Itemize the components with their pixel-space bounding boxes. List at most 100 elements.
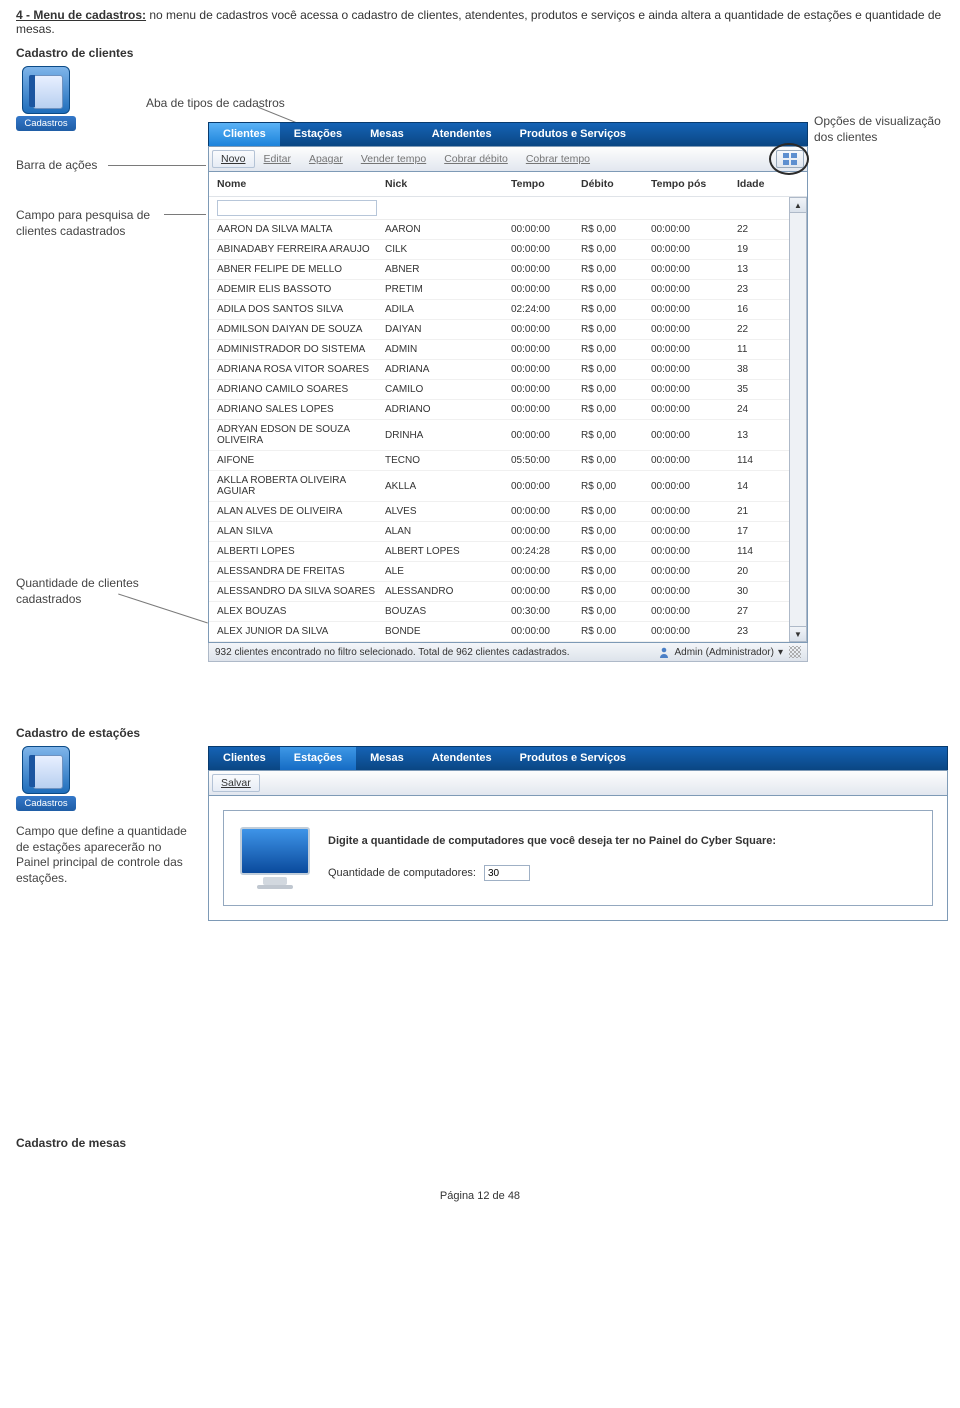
col-debito[interactable]: Débito bbox=[581, 178, 651, 190]
cell-tempo: 00:00:00 bbox=[511, 364, 581, 375]
cell-nome: ALAN ALVES DE OLIVEIRA bbox=[217, 506, 385, 517]
cell-idade: 13 bbox=[737, 264, 777, 275]
table-row[interactable]: ALBERTI LOPESALBERT LOPES00:24:28R$ 0,00… bbox=[209, 542, 789, 562]
col-idade[interactable]: Idade bbox=[737, 178, 777, 190]
tab-clientes[interactable]: Clientes bbox=[209, 747, 280, 770]
table-row[interactable]: ABINADABY FERREIRA ARAUJOCILK00:00:00R$ … bbox=[209, 240, 789, 260]
tab-atendentes[interactable]: Atendentes bbox=[418, 123, 506, 146]
table-row[interactable]: ABNER FELIPE DE MELLOABNER00:00:00R$ 0,0… bbox=[209, 260, 789, 280]
resize-grip-icon[interactable] bbox=[789, 646, 801, 658]
tab-atendentes[interactable]: Atendentes bbox=[418, 747, 506, 770]
cell-idade: 27 bbox=[737, 606, 777, 617]
cell-tempopos: 00:00:00 bbox=[651, 224, 737, 235]
scroll-down-icon[interactable]: ▼ bbox=[789, 626, 807, 642]
scrollbar[interactable]: ▲ ▼ bbox=[789, 197, 807, 642]
salvar-button[interactable]: Salvar bbox=[212, 774, 260, 792]
table-row[interactable]: ADRIANO CAMILO SOARESCAMILO00:00:00R$ 0,… bbox=[209, 380, 789, 400]
col-tempo[interactable]: Tempo bbox=[511, 178, 581, 190]
col-nome[interactable]: Nome bbox=[217, 178, 385, 190]
cell-idade: 19 bbox=[737, 244, 777, 255]
cell-tempopos: 00:00:00 bbox=[651, 244, 737, 255]
tab-mesas[interactable]: Mesas bbox=[356, 123, 418, 146]
cell-tempopos: 00:00:00 bbox=[651, 264, 737, 275]
table-row[interactable]: AKLLA ROBERTA OLIVEIRA AGUIARAKLLA00:00:… bbox=[209, 471, 789, 502]
cadastros-label: Cadastros bbox=[16, 796, 76, 811]
toolbar: Novo Editar Apagar Vender tempo Cobrar d… bbox=[208, 146, 808, 172]
cell-idade: 114 bbox=[737, 546, 777, 557]
cell-tempopos: 00:00:00 bbox=[651, 481, 737, 492]
col-nick[interactable]: Nick bbox=[385, 178, 511, 190]
cell-nick: ADRIANA bbox=[385, 364, 511, 375]
novo-button[interactable]: Novo bbox=[212, 150, 255, 168]
table-row[interactable]: AIFONETECNO05:50:00R$ 0,0000:00:00114 bbox=[209, 451, 789, 471]
table-row[interactable]: ALESSANDRA DE FREITASALE00:00:00R$ 0,000… bbox=[209, 562, 789, 582]
qty-label: Quantidade de computadores: bbox=[328, 867, 476, 879]
table-row[interactable]: ADEMIR ELIS BASSOTOPRETIM00:00:00R$ 0,00… bbox=[209, 280, 789, 300]
table-row[interactable]: ADILA DOS SANTOS SILVAADILA02:24:00R$ 0,… bbox=[209, 300, 789, 320]
cell-nome: AIFONE bbox=[217, 455, 385, 466]
cell-tempopos: 00:00:00 bbox=[651, 626, 737, 637]
cell-debito: R$ 0,00 bbox=[581, 566, 651, 577]
cell-tempopos: 00:00:00 bbox=[651, 284, 737, 295]
cell-nick: ALE bbox=[385, 566, 511, 577]
cell-nome: ALBERTI LOPES bbox=[217, 546, 385, 557]
table-row[interactable]: ADRIANA ROSA VITOR SOARESADRIANA00:00:00… bbox=[209, 360, 789, 380]
table-row[interactable]: ADMINISTRADOR DO SISTEMAADMIN00:00:00R$ … bbox=[209, 340, 789, 360]
cell-tempopos: 00:00:00 bbox=[651, 304, 737, 315]
cell-debito: R$ 0,00 bbox=[581, 430, 651, 441]
cell-tempo: 00:00:00 bbox=[511, 264, 581, 275]
cell-nome: ABINADABY FERREIRA ARAUJO bbox=[217, 244, 385, 255]
view-options-button[interactable] bbox=[776, 150, 804, 168]
qty-input[interactable] bbox=[484, 865, 530, 881]
tab-clientes[interactable]: Clientes bbox=[209, 123, 280, 146]
anno-barra: Barra de ações bbox=[16, 158, 166, 174]
cell-tempopos: 00:00:00 bbox=[651, 606, 737, 617]
cell-nick: AKLLA bbox=[385, 481, 511, 492]
table-row[interactable]: ADMILSON DAIYAN DE SOUZADAIYAN00:00:00R$… bbox=[209, 320, 789, 340]
cell-nome: ALEX BOUZAS bbox=[217, 606, 385, 617]
cell-debito: R$ 0,00 bbox=[581, 364, 651, 375]
cadastros-menu-icon[interactable]: Cadastros bbox=[16, 66, 76, 131]
tab-estacoes[interactable]: Estações bbox=[280, 123, 356, 146]
table-row[interactable]: ADRIANO SALES LOPESADRIANO00:00:00R$ 0,0… bbox=[209, 400, 789, 420]
tabbar-2: Clientes Estações Mesas Atendentes Produ… bbox=[208, 746, 948, 770]
table-row[interactable]: ADRYAN EDSON DE SOUZA OLIVEIRADRINHA00:0… bbox=[209, 420, 789, 451]
page-title: 4 - Menu de cadastros: no menu de cadast… bbox=[16, 8, 944, 36]
table-row[interactable]: ALAN SILVAALAN00:00:00R$ 0,0000:00:0017 bbox=[209, 522, 789, 542]
tab-produtos[interactable]: Produtos e Serviços bbox=[506, 123, 640, 146]
table-row[interactable]: ALEX BOUZASBOUZAS00:30:00R$ 0,0000:00:00… bbox=[209, 602, 789, 622]
cell-nome: ALESSANDRO DA SILVA SOARES bbox=[217, 586, 385, 597]
cell-tempopos: 00:00:00 bbox=[651, 546, 737, 557]
cell-debito: R$ 0,00 bbox=[581, 284, 651, 295]
anno-opcoes: Opções de visualização dos clientes bbox=[814, 114, 944, 145]
cell-nick: ALVES bbox=[385, 506, 511, 517]
cell-debito: R$ 0.00 bbox=[581, 626, 651, 637]
cell-tempopos: 00:00:00 bbox=[651, 324, 737, 335]
cell-nick: AARON bbox=[385, 224, 511, 235]
table-row[interactable]: ALAN ALVES DE OLIVEIRAALVES00:00:00R$ 0,… bbox=[209, 502, 789, 522]
cell-tempo: 02:24:00 bbox=[511, 304, 581, 315]
table-row[interactable]: ALESSANDRO DA SILVA SOARESALESSANDRO00:0… bbox=[209, 582, 789, 602]
col-tempopos[interactable]: Tempo pós bbox=[651, 178, 737, 190]
cell-idade: 114 bbox=[737, 455, 777, 466]
tab-mesas[interactable]: Mesas bbox=[356, 747, 418, 770]
client-grid: Nome Nick Tempo Débito Tempo pós Idade A… bbox=[208, 172, 808, 643]
cell-debito: R$ 0,00 bbox=[581, 304, 651, 315]
table-row[interactable]: AARON DA SILVA MALTAAARON00:00:00R$ 0,00… bbox=[209, 220, 789, 240]
tab-produtos[interactable]: Produtos e Serviços bbox=[506, 747, 640, 770]
toolbar-2: Salvar bbox=[208, 770, 948, 796]
cell-tempo: 00:00:00 bbox=[511, 506, 581, 517]
search-input[interactable] bbox=[217, 200, 377, 216]
chevron-down-icon[interactable]: ▾ bbox=[778, 647, 783, 658]
cell-tempopos: 00:00:00 bbox=[651, 506, 737, 517]
cell-tempopos: 00:00:00 bbox=[651, 384, 737, 395]
scroll-up-icon[interactable]: ▲ bbox=[789, 197, 807, 213]
cell-idade: 23 bbox=[737, 626, 777, 637]
tab-estacoes[interactable]: Estações bbox=[280, 747, 356, 770]
cell-tempo: 00:00:00 bbox=[511, 244, 581, 255]
cadastros-label: Cadastros bbox=[16, 116, 76, 131]
cell-tempo: 05:50:00 bbox=[511, 455, 581, 466]
cadastros-menu-icon-2[interactable]: Cadastros bbox=[16, 746, 76, 811]
cell-nome: ADEMIR ELIS BASSOTO bbox=[217, 284, 385, 295]
table-row[interactable]: ALEX JUNIOR DA SILVABONDE00:00:00R$ 0.00… bbox=[209, 622, 789, 642]
